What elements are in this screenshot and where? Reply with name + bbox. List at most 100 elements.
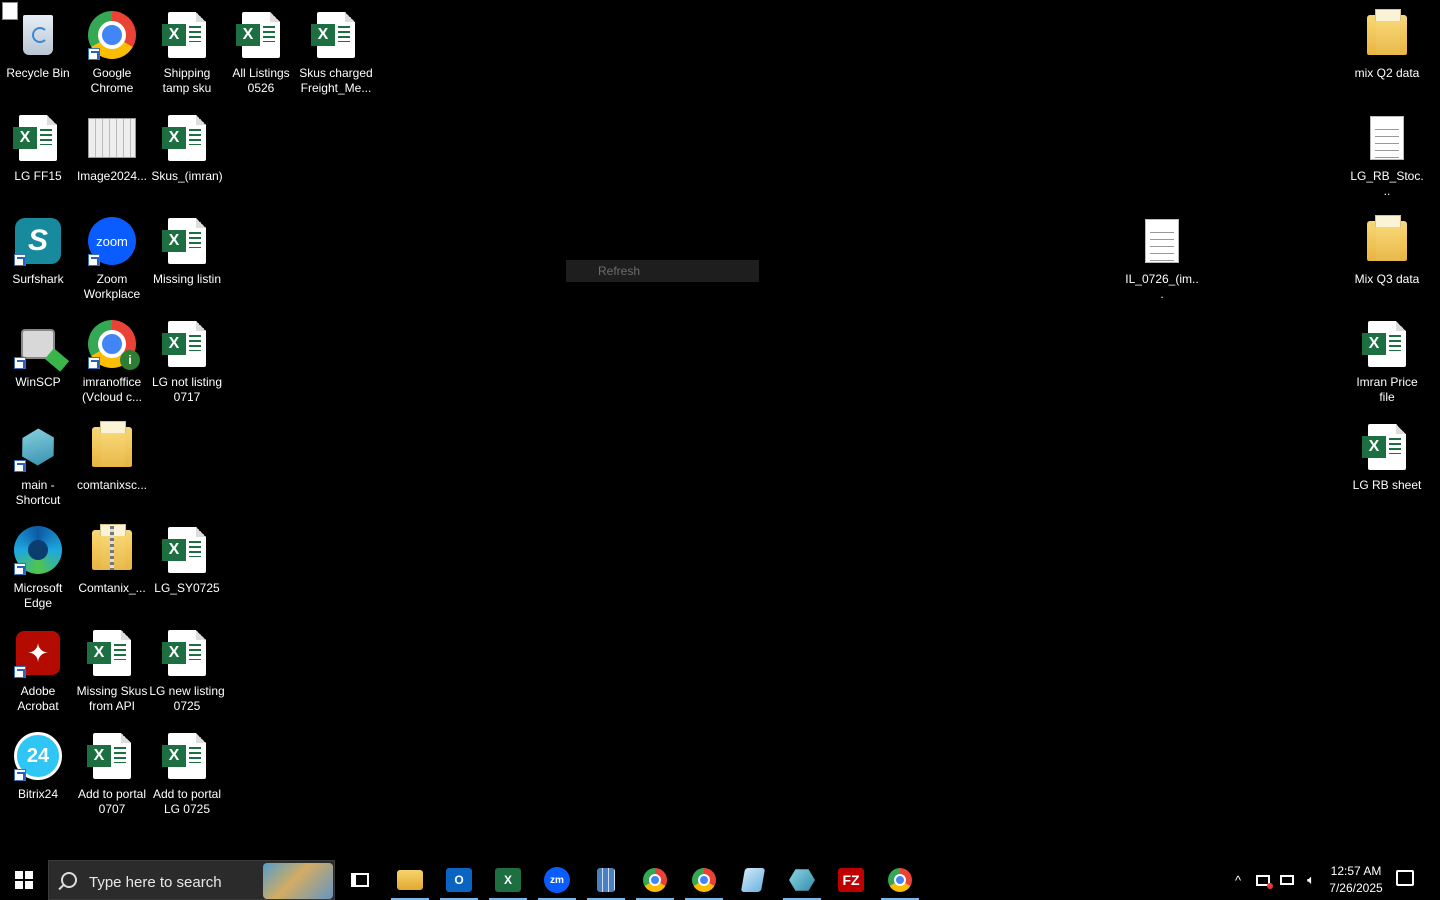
shortcut-arrow-icon bbox=[88, 357, 100, 369]
context-menu: Refresh bbox=[566, 260, 759, 282]
shortcut-arrow-icon bbox=[14, 460, 26, 472]
desktop-icon-imranoffice[interactable]: i imranoffice (Vcloud c... bbox=[74, 319, 150, 405]
desktop-icon-excel-missing-skus-api[interactable]: X Missing Skus from API bbox=[74, 628, 150, 714]
desktop-icon-label: Surfshark bbox=[12, 272, 64, 286]
folder-icon bbox=[1363, 215, 1411, 266]
context-menu-refresh[interactable]: Refresh bbox=[598, 264, 640, 278]
desktop-icon-excel-lg-not-listing[interactable]: X LG not listing 0717 bbox=[149, 319, 225, 405]
desktop-icon-google-chrome[interactable]: Google Chrome bbox=[74, 10, 150, 96]
excel-file-icon: X bbox=[236, 10, 285, 60]
desktop-icon-label: WinSCP bbox=[15, 375, 61, 389]
desktop-icon-label: Image2024... bbox=[76, 169, 148, 183]
desktop-icon-label: Google Chrome bbox=[90, 66, 134, 95]
desktop-icon-label: main - Shortcut bbox=[15, 478, 61, 507]
taskbar: O X zm FZ ^ 🔈︎ 12:57 AM 7/26/2025 bbox=[0, 860, 1440, 900]
desktop-icon-adobe-acrobat[interactable]: ✦ Adobe Acrobat bbox=[0, 628, 76, 714]
shortcut-arrow-icon bbox=[14, 254, 26, 266]
app-taskbar-button[interactable] bbox=[779, 860, 825, 900]
desktop-icon-main-shortcut[interactable]: main - Shortcut bbox=[0, 422, 76, 508]
speaker-icon: 🔈︎ bbox=[1307, 872, 1315, 887]
file-explorer-button[interactable] bbox=[387, 860, 433, 900]
desktop-icon-excel-lg-sy0725[interactable]: X LG_SY0725 bbox=[149, 525, 225, 596]
desktop-icon-label: mix Q2 data bbox=[1354, 66, 1420, 80]
taskbar-search[interactable] bbox=[48, 860, 335, 900]
task-view-button[interactable] bbox=[337, 860, 383, 900]
excel-button[interactable]: X bbox=[485, 860, 531, 900]
notepad-button[interactable] bbox=[730, 860, 776, 900]
desktop-icon-label: imranoffice (Vcloud c... bbox=[81, 375, 143, 404]
desktop-icon-winscp[interactable]: WinSCP bbox=[0, 319, 76, 390]
tray-monitor-icon bbox=[1256, 874, 1273, 889]
desktop-icon-excel-imran-price-file[interactable]: X Imran Price file bbox=[1349, 319, 1425, 405]
outlook-button[interactable]: O bbox=[436, 860, 482, 900]
volume-button[interactable]: 🔈︎ bbox=[1300, 860, 1322, 900]
desktop-icon-excel-lg-ff15[interactable]: X LG FF15 bbox=[0, 113, 76, 184]
desktop-icon-label: Add to portal 0707 bbox=[77, 787, 147, 816]
desktop-icon-label: Missing listin bbox=[152, 272, 221, 286]
desktop-icon-excel-skus-charged[interactable]: X Skus charged Freight_Me... bbox=[298, 10, 374, 96]
calculator-button[interactable] bbox=[583, 860, 629, 900]
network-button[interactable] bbox=[1276, 860, 1298, 900]
desktop-icon-bitrix24[interactable]: 24 Bitrix24 bbox=[0, 731, 76, 802]
desktop-icon-label: Zoom Workplace bbox=[83, 272, 141, 301]
filezilla-icon: FZ bbox=[838, 868, 864, 892]
desktop-icon-zip-comtanix[interactable]: Comtanix_... bbox=[74, 524, 150, 596]
desktop-icon-excel-lg-new-listing[interactable]: X LG new listing 0725 bbox=[149, 628, 225, 714]
winscp-icon bbox=[14, 319, 70, 372]
desktop-icon-label: Recycle Bin bbox=[6, 66, 70, 80]
excel-file-icon: X bbox=[1362, 319, 1411, 369]
desktop-icon-label: Missing Skus from API bbox=[76, 684, 148, 713]
folder-icon bbox=[1363, 9, 1411, 60]
shortcut-arrow-icon bbox=[14, 769, 26, 781]
desktop-icon-excel-lg-rb-sheet[interactable]: X LG RB sheet bbox=[1349, 422, 1425, 493]
desktop-icon-surfshark[interactable]: S Surfshark bbox=[0, 216, 76, 287]
desktop-icon-excel-missing-listin[interactable]: X Missing listin bbox=[149, 216, 225, 287]
desktop-icon-text-lg-rb-stoc[interactable]: LG_RB_Stoc... bbox=[1349, 113, 1425, 199]
desktop-icon-zoom-workplace[interactable]: zoom Zoom Workplace bbox=[74, 216, 150, 302]
desktop-icon-excel-add-to-portal-0707[interactable]: X Add to portal 0707 bbox=[74, 731, 150, 817]
notification-center-icon[interactable] bbox=[1396, 870, 1414, 886]
chrome-icon bbox=[643, 868, 667, 892]
desktop-icon-label: Shipping tamp sku bbox=[162, 66, 212, 95]
desktop-icon-label: LG_SY0725 bbox=[154, 581, 220, 595]
desktop-icon-text-il-0726[interactable]: IL_0726_(im... bbox=[1124, 216, 1200, 302]
filezilla-button[interactable]: FZ bbox=[828, 860, 874, 900]
file-explorer-icon bbox=[397, 870, 423, 890]
desktop-icon-label: Skus charged Freight_Me... bbox=[299, 66, 373, 95]
shortcut-arrow-icon bbox=[88, 48, 100, 60]
taskbar-clock[interactable]: 12:57 AM 7/26/2025 bbox=[1322, 863, 1390, 897]
image-file-icon bbox=[88, 113, 136, 163]
excel-file-icon: X bbox=[1362, 422, 1411, 472]
desktop-icon-excel-skus-imran[interactable]: X Skus_(imran) bbox=[149, 113, 225, 184]
desktop-icon-folder-mix-q2[interactable]: mix Q2 data bbox=[1349, 9, 1425, 81]
app-icon bbox=[789, 869, 815, 891]
desktop-icon-folder-mix-q3[interactable]: Mix Q3 data bbox=[1349, 215, 1425, 287]
excel-file-icon: X bbox=[162, 525, 211, 575]
search-input[interactable] bbox=[87, 870, 261, 894]
chrome-profile-button[interactable] bbox=[681, 860, 727, 900]
chrome-profile-icon bbox=[692, 868, 716, 892]
recycle-bin-icon bbox=[14, 10, 62, 60]
text-file-icon bbox=[1138, 216, 1186, 266]
desktop-icon-label: Skus_(imran) bbox=[151, 169, 223, 183]
desktop-icon-folder-comtanixsc[interactable]: comtanixsc... bbox=[74, 421, 150, 493]
desktop-icon-label: Comtanix_... bbox=[78, 581, 146, 595]
excel-file-icon: X bbox=[311, 10, 360, 60]
desktop-icon-excel-shipping-tamp-sku[interactable]: X Shipping tamp sku bbox=[149, 10, 225, 96]
desktop-icon-image-file[interactable]: Image2024... bbox=[74, 113, 150, 184]
desktop-icon-excel-add-to-portal-lg[interactable]: X Add to portal LG 0725 bbox=[149, 731, 225, 817]
shortcut-arrow-icon bbox=[14, 666, 26, 678]
desktop-icon-label: IL_0726_(im... bbox=[1125, 272, 1199, 301]
desktop-icon-excel-all-listings[interactable]: X All Listings 0526 bbox=[223, 10, 299, 96]
excel-file-icon: X bbox=[162, 113, 211, 163]
desktop-icon-label: LG_RB_Stoc... bbox=[1350, 169, 1424, 198]
show-hidden-icons-button[interactable]: ^ bbox=[1228, 860, 1248, 900]
zoom-taskbar-button[interactable]: zm bbox=[534, 860, 580, 900]
chrome-button[interactable] bbox=[632, 860, 678, 900]
desktop-icon-microsoft-edge[interactable]: Microsoft Edge bbox=[0, 525, 76, 611]
desktop-icon-recycle-bin[interactable]: Recycle Bin bbox=[0, 10, 76, 81]
chrome-profile2-button[interactable] bbox=[877, 860, 923, 900]
tray-app-button[interactable] bbox=[1252, 860, 1274, 900]
start-button[interactable] bbox=[0, 860, 48, 900]
chrome-icon bbox=[88, 10, 136, 60]
